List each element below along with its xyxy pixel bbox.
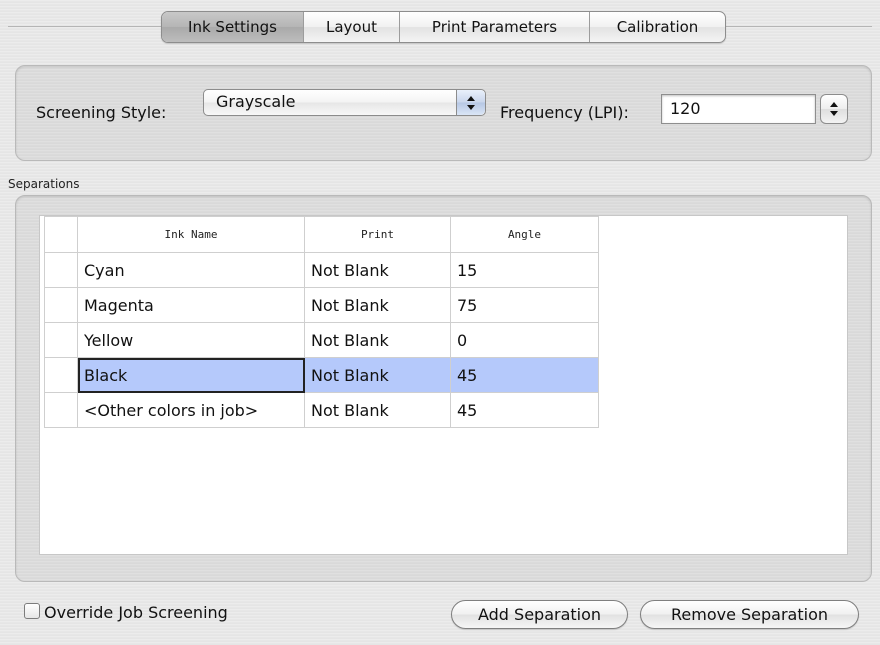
tab-ink-settings[interactable]: Ink Settings bbox=[162, 12, 303, 42]
row-selector[interactable] bbox=[44, 322, 78, 358]
print-cell[interactable]: Not Blank bbox=[304, 252, 451, 288]
frequency-label: Frequency (LPI): bbox=[500, 103, 629, 122]
ink-name-cell[interactable]: Cyan bbox=[77, 252, 305, 288]
angle-cell[interactable]: 45 bbox=[450, 392, 599, 428]
ink-name-cell[interactable]: Magenta bbox=[77, 287, 305, 323]
row-selector[interactable] bbox=[44, 287, 78, 323]
table-row[interactable]: Yellow Not Blank 0 bbox=[44, 322, 599, 358]
print-cell[interactable]: Not Blank bbox=[304, 392, 451, 428]
tab-bar: Ink Settings Layout Print Parameters Cal… bbox=[161, 11, 726, 43]
add-separation-button[interactable]: Add Separation bbox=[451, 600, 628, 629]
column-header-ink-name[interactable]: Ink Name bbox=[77, 216, 305, 253]
ink-name-cell[interactable]: Yellow bbox=[77, 322, 305, 358]
print-cell[interactable]: Not Blank bbox=[304, 357, 451, 393]
table-row[interactable]: Magenta Not Blank 75 bbox=[44, 287, 599, 323]
angle-cell[interactable]: 75 bbox=[450, 287, 599, 323]
screening-style-label: Screening Style: bbox=[36, 103, 167, 122]
row-selector[interactable] bbox=[44, 252, 78, 288]
column-header-print[interactable]: Print bbox=[304, 216, 451, 253]
row-selector[interactable] bbox=[44, 392, 78, 428]
override-job-screening-label[interactable]: Override Job Screening bbox=[44, 603, 228, 622]
tab-print-parameters[interactable]: Print Parameters bbox=[399, 12, 589, 42]
table-header-row: Ink Name Print Angle bbox=[44, 216, 599, 253]
table-row-selected[interactable]: Black Not Blank 45 bbox=[44, 357, 599, 393]
frequency-stepper[interactable] bbox=[820, 94, 848, 124]
separations-group-label: Separations bbox=[8, 177, 80, 191]
print-cell[interactable]: Not Blank bbox=[304, 322, 451, 358]
tab-layout[interactable]: Layout bbox=[303, 12, 399, 42]
override-job-screening-checkbox[interactable] bbox=[24, 603, 40, 619]
tab-calibration[interactable]: Calibration bbox=[589, 12, 725, 42]
up-down-arrows-icon bbox=[456, 90, 485, 115]
ink-name-cell[interactable]: Black bbox=[77, 357, 305, 393]
remove-separation-button[interactable]: Remove Separation bbox=[640, 600, 859, 629]
angle-cell[interactable]: 15 bbox=[450, 252, 599, 288]
separations-table: Ink Name Print Angle Cyan Not Blank 15 M… bbox=[44, 216, 599, 428]
ink-name-cell[interactable]: <Other colors in job> bbox=[77, 392, 305, 428]
table-row[interactable]: <Other colors in job> Not Blank 45 bbox=[44, 392, 599, 428]
up-down-arrows-icon bbox=[830, 102, 838, 116]
row-selector-header bbox=[44, 216, 78, 253]
angle-cell[interactable]: 0 bbox=[450, 322, 599, 358]
frequency-input[interactable]: 120 bbox=[661, 94, 816, 124]
table-row[interactable]: Cyan Not Blank 15 bbox=[44, 252, 599, 288]
row-selector[interactable] bbox=[44, 357, 78, 393]
column-header-angle[interactable]: Angle bbox=[450, 216, 599, 253]
print-cell[interactable]: Not Blank bbox=[304, 287, 451, 323]
angle-cell[interactable]: 45 bbox=[450, 357, 599, 393]
screening-style-popup[interactable]: Grayscale bbox=[203, 89, 486, 116]
screening-style-value: Grayscale bbox=[216, 92, 296, 111]
